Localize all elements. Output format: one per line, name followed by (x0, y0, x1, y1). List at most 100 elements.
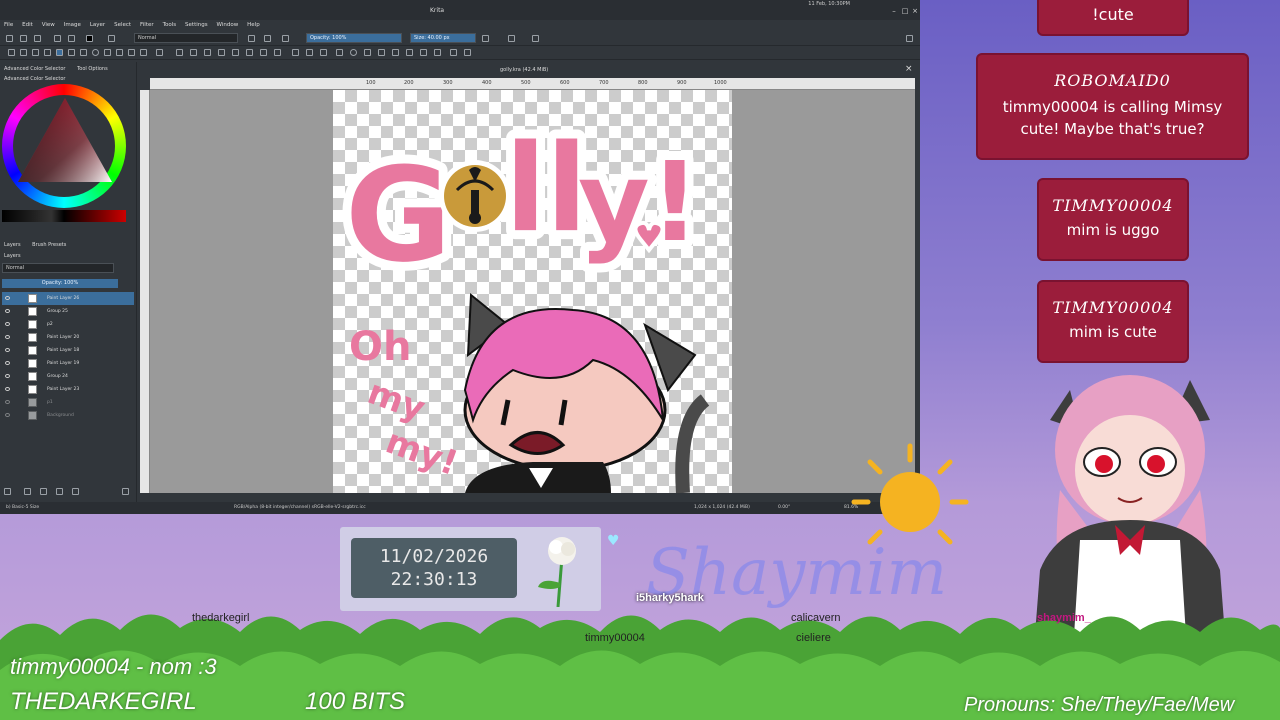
menu-settings[interactable]: Settings (185, 20, 208, 30)
similar-select-icon[interactable] (406, 49, 413, 56)
polygon-select-icon[interactable] (364, 49, 371, 56)
bezier-tool-icon[interactable] (128, 49, 135, 56)
eye-icon[interactable] (5, 348, 10, 352)
color-triangle[interactable] (18, 98, 112, 194)
menu-window[interactable]: Window (217, 20, 239, 30)
move-down-icon[interactable] (40, 488, 47, 495)
menu-view[interactable]: View (42, 20, 55, 30)
tab-advanced-color-selector[interactable]: Advanced Color Selector (4, 66, 65, 72)
layer-blend-select[interactable]: Normal (2, 263, 114, 273)
eye-icon[interactable] (5, 387, 10, 391)
duplicate-layer-icon[interactable] (24, 488, 31, 495)
foreground-color-icon[interactable] (86, 35, 93, 42)
brush-preset-icon[interactable] (108, 35, 115, 42)
path-tool-icon[interactable] (32, 49, 39, 56)
polygon-tool-icon[interactable] (104, 49, 111, 56)
layer-row[interactable]: Paint Layer 23 (2, 383, 134, 396)
tab-tool-options[interactable]: Tool Options (77, 66, 108, 72)
contiguous-select-icon[interactable] (392, 49, 399, 56)
eye-icon[interactable] (5, 322, 10, 326)
layer-row[interactable]: Group 24 (2, 370, 134, 383)
blend-mode-select[interactable]: Normal (134, 33, 238, 43)
pan-tool-icon[interactable] (464, 49, 471, 56)
close-icon[interactable]: × (911, 7, 919, 15)
menu-filter[interactable]: Filter (140, 20, 154, 30)
panel-toggle-icon[interactable] (906, 35, 913, 42)
select-tool-icon[interactable] (8, 49, 15, 56)
layer-row[interactable]: Paint Layer 26 (2, 292, 134, 305)
ellipse-select-icon[interactable] (350, 49, 357, 56)
color-picker-icon[interactable] (232, 49, 239, 56)
minimize-icon[interactable]: – (890, 7, 898, 15)
eye-icon[interactable] (5, 400, 10, 404)
layer-row[interactable]: Background (2, 409, 134, 422)
measure-tool-icon[interactable] (306, 49, 313, 56)
assistant-tool-icon[interactable] (292, 49, 299, 56)
move-tool-icon[interactable] (190, 49, 197, 56)
text-tool-icon[interactable] (20, 49, 27, 56)
maximize-icon[interactable]: □ (901, 7, 909, 15)
bezier-select-icon[interactable] (420, 49, 427, 56)
add-layer-icon[interactable] (4, 488, 11, 495)
close-tab-icon[interactable]: × (905, 64, 913, 74)
color-wheel[interactable] (2, 84, 126, 208)
eye-icon[interactable] (5, 309, 10, 313)
layer-row[interactable]: p1 (2, 396, 134, 409)
smart-patch-icon[interactable] (260, 49, 267, 56)
eye-icon[interactable] (5, 335, 10, 339)
rectangle-tool-icon[interactable] (80, 49, 87, 56)
gradient-icon[interactable] (68, 35, 75, 42)
opacity-slider[interactable]: Opacity: 100% (306, 33, 402, 43)
dynamic-brush-icon[interactable] (140, 49, 147, 56)
polyline-tool-icon[interactable] (116, 49, 123, 56)
layer-row[interactable]: Paint Layer 18 (2, 344, 134, 357)
menu-layer[interactable]: Layer (90, 20, 105, 30)
menu-edit[interactable]: Edit (22, 20, 33, 30)
fill-tool-icon[interactable] (274, 49, 281, 56)
document-tab[interactable]: golly.kra (42.4 MiB) × (140, 62, 920, 76)
line-tool-icon[interactable] (68, 49, 75, 56)
ellipse-tool-icon[interactable] (92, 49, 99, 56)
menu-tools[interactable]: Tools (163, 20, 177, 30)
layer-menu-icon[interactable] (72, 488, 79, 495)
mirror-icon[interactable] (482, 35, 489, 42)
freehand-select-icon[interactable] (378, 49, 385, 56)
eye-icon[interactable] (5, 361, 10, 365)
preserve-alpha-icon[interactable] (264, 35, 271, 42)
crop-tool-icon[interactable] (204, 49, 211, 56)
calligraphy-tool-icon[interactable] (44, 49, 51, 56)
new-document-icon[interactable] (6, 35, 13, 42)
open-document-icon[interactable] (20, 35, 27, 42)
tab-layers[interactable]: Layers (4, 242, 21, 248)
zoom-tool-icon[interactable] (450, 49, 457, 56)
drawing-canvas[interactable]: G ll y! G ll y! Oh my my! (333, 90, 732, 493)
magnetic-select-icon[interactable] (434, 49, 441, 56)
delete-layer-icon[interactable] (122, 488, 129, 495)
brush-editor-icon[interactable] (54, 35, 61, 42)
menu-file[interactable]: File (4, 20, 13, 30)
rect-select-icon[interactable] (336, 49, 343, 56)
eraser-icon[interactable] (248, 35, 255, 42)
menu-image[interactable]: Image (64, 20, 81, 30)
transform-tool-icon[interactable] (176, 49, 183, 56)
reference-tool-icon[interactable] (320, 49, 327, 56)
color-history-bar[interactable] (2, 210, 126, 222)
layer-row[interactable]: p2 (2, 318, 134, 331)
size-slider[interactable]: Size: 40.00 px (410, 33, 476, 43)
menu-select[interactable]: Select (114, 20, 131, 30)
eye-icon[interactable] (5, 296, 10, 300)
freehand-brush-icon[interactable] (56, 49, 63, 56)
tab-brush-presets[interactable]: Brush Presets (32, 242, 66, 248)
layer-opacity-slider[interactable]: Opacity: 100% (2, 279, 118, 288)
layer-row[interactable]: Group 25 (2, 305, 134, 318)
layer-row[interactable]: Paint Layer 20 (2, 331, 134, 344)
reload-preset-icon[interactable] (282, 35, 289, 42)
eye-icon[interactable] (5, 374, 10, 378)
colorize-mask-icon[interactable] (246, 49, 253, 56)
layer-row[interactable]: Paint Layer 19 (2, 357, 134, 370)
multibrush-icon[interactable] (156, 49, 163, 56)
move-up-icon[interactable] (56, 488, 63, 495)
save-document-icon[interactable] (34, 35, 41, 42)
gradient-tool-icon[interactable] (218, 49, 225, 56)
eye-icon[interactable] (5, 413, 10, 417)
